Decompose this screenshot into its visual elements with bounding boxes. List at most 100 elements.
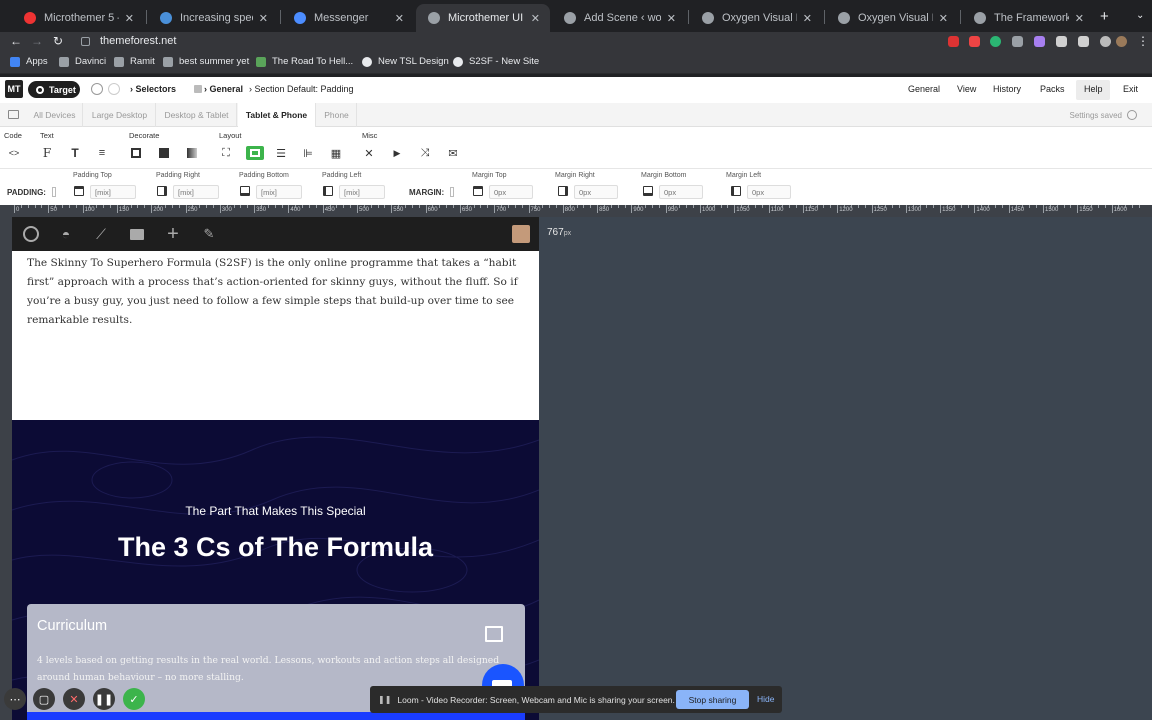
menu-exit[interactable]: Exit	[1123, 84, 1138, 94]
bookmark-item[interactable]: The Road To Hell...	[256, 56, 353, 67]
breadcrumb-general[interactable]: › General	[204, 84, 243, 94]
browser-tab[interactable]: Oxygen Visual Editor - ✕	[826, 4, 958, 32]
customize-brush-icon[interactable]: ⟋	[92, 225, 110, 243]
back-icon[interactable]: ←	[10, 34, 22, 48]
browser-tab[interactable]: The Framework – word ✕	[962, 4, 1094, 32]
new-tab-button[interactable]: +	[1100, 8, 1109, 25]
margin-top-input[interactable]	[489, 185, 533, 199]
close-icon[interactable]: ✕	[803, 12, 812, 25]
target-button[interactable]: Target	[28, 81, 80, 98]
wordpress-icon[interactable]	[22, 225, 40, 243]
tab-tablet-phone[interactable]: Tablet & Phone	[238, 103, 316, 127]
border-icon[interactable]	[129, 146, 143, 160]
tab-all-devices[interactable]: All Devices	[27, 103, 83, 127]
loom-finish-icon[interactable]: ✓	[123, 688, 145, 710]
margin-left-input[interactable]	[747, 185, 791, 199]
padding-right-input[interactable]	[173, 185, 219, 199]
comments-icon[interactable]	[128, 225, 146, 243]
bookmark-item[interactable]: Davinci	[59, 56, 106, 67]
loom-camera-icon[interactable]: ▢	[33, 688, 55, 710]
menu-history[interactable]: History	[993, 84, 1021, 94]
close-icon[interactable]: ✕	[125, 12, 134, 25]
close-icon[interactable]: ✕	[939, 12, 948, 25]
dashboard-icon[interactable]: ◓	[57, 225, 75, 243]
margin-bottom-input[interactable]	[659, 185, 703, 199]
breadcrumb-selectors[interactable]: › Selectors	[130, 84, 176, 94]
bookmark-item[interactable]: New TSL Design	[362, 56, 449, 67]
link-icon[interactable]	[52, 187, 56, 197]
browser-tab[interactable]: Increasing specificity fo ✕	[148, 4, 278, 32]
font-icon[interactable]: F	[40, 146, 54, 160]
transform-icon[interactable]: ✕	[362, 146, 376, 160]
site-preview[interactable]: ◓ ⟋ + ✎ The Skinny To Superhero Formula …	[12, 217, 539, 720]
undo-icon[interactable]	[91, 83, 103, 95]
browser-tab[interactable]: Oxygen Visual Editor - ✕	[690, 4, 822, 32]
close-icon[interactable]: ✕	[531, 12, 540, 25]
breadcrumb-section[interactable]: › Section Default: Padding	[249, 84, 354, 94]
tab-search-icon[interactable]: ⌄	[1136, 10, 1144, 21]
tab-large-desktop[interactable]: Large Desktop	[84, 103, 156, 127]
close-icon[interactable]: ✕	[667, 12, 676, 25]
loom-pause-icon[interactable]: ❚❚	[93, 688, 115, 710]
responsive-icon[interactable]	[8, 110, 19, 119]
loom-cancel-icon[interactable]: ✕	[63, 688, 85, 710]
extension-icon[interactable]	[1078, 36, 1089, 47]
add-new-icon[interactable]: +	[164, 223, 182, 245]
envelope-icon[interactable]: ✉	[446, 146, 460, 160]
bookmark-item[interactable]: S2SF - New Site	[453, 56, 539, 67]
padding-top-input[interactable]	[90, 185, 136, 199]
close-icon[interactable]: ✕	[259, 12, 268, 25]
bookmark-apps[interactable]: Apps	[10, 56, 48, 67]
menu-help[interactable]: Help	[1084, 84, 1103, 94]
background-icon[interactable]	[157, 146, 171, 160]
padding-margin-icon[interactable]	[246, 146, 264, 160]
text-icon[interactable]: T	[68, 146, 82, 160]
edit-pencil-icon[interactable]: ✎	[200, 225, 218, 243]
padding-left-input[interactable]	[339, 185, 385, 199]
stop-sharing-button[interactable]: Stop sharing	[676, 690, 749, 709]
animation-icon[interactable]: ⤨	[418, 146, 432, 160]
padding-bottom-input[interactable]	[256, 185, 302, 199]
extension-icon[interactable]	[948, 36, 959, 47]
bookmark-item[interactable]: best summer yet	[163, 56, 249, 67]
browser-tab[interactable]: Messenger ✕	[282, 4, 414, 32]
video-icon[interactable]: ▶	[390, 146, 404, 160]
tab-desktop-tablet[interactable]: Desktop & Tablet	[157, 103, 237, 127]
extension-icon[interactable]	[1056, 36, 1067, 47]
extension-icon[interactable]	[1012, 36, 1023, 47]
address-bar[interactable]: themeforest.net	[75, 32, 937, 50]
bookmark-item[interactable]: Ramit	[114, 56, 155, 67]
microthemer-logo[interactable]: MT	[5, 80, 23, 98]
close-icon[interactable]: ✕	[395, 12, 404, 25]
code-icon[interactable]: <>	[7, 146, 21, 160]
menu-icon[interactable]: ⋮	[1137, 34, 1149, 48]
loom-more-icon[interactable]: ⋯	[4, 688, 26, 710]
menu-view[interactable]: View	[957, 84, 976, 94]
extension-icon[interactable]	[1100, 36, 1111, 47]
list-icon[interactable]: ☰	[274, 146, 288, 160]
browser-tab-active[interactable]: Microthemer UI ‹ wordp ✕	[416, 4, 550, 32]
close-icon[interactable]: ✕	[1075, 12, 1084, 25]
menu-general[interactable]: General	[908, 84, 940, 94]
extension-icon[interactable]	[969, 36, 980, 47]
fullscreen-icon[interactable]: ⛶	[219, 146, 233, 160]
user-avatar[interactable]	[512, 225, 530, 243]
browser-tab[interactable]: Microthemer 5 – Better ✕	[12, 4, 144, 32]
forward-icon[interactable]: →	[31, 34, 43, 48]
hide-button[interactable]: Hide	[757, 694, 774, 704]
link-icon[interactable]	[450, 187, 454, 197]
paragraph-icon[interactable]: ≡	[95, 146, 109, 160]
extension-icon[interactable]	[1034, 36, 1045, 47]
align-icon[interactable]: ⊫	[301, 146, 315, 160]
menu-packs[interactable]: Packs	[1040, 84, 1065, 94]
gradient-icon[interactable]	[185, 146, 199, 160]
browser-tab[interactable]: Add Scene ‹ wordpress ✕	[552, 4, 686, 32]
tab-phone[interactable]: Phone	[317, 103, 357, 127]
profile-avatar[interactable]	[1116, 36, 1127, 47]
redo-icon[interactable]	[108, 83, 120, 95]
reload-icon[interactable]: ↻	[53, 34, 63, 48]
grammarly-icon[interactable]	[990, 36, 1001, 47]
folder-icon	[194, 85, 202, 93]
grid-icon[interactable]: ▦	[329, 146, 343, 160]
margin-right-input[interactable]	[574, 185, 618, 199]
